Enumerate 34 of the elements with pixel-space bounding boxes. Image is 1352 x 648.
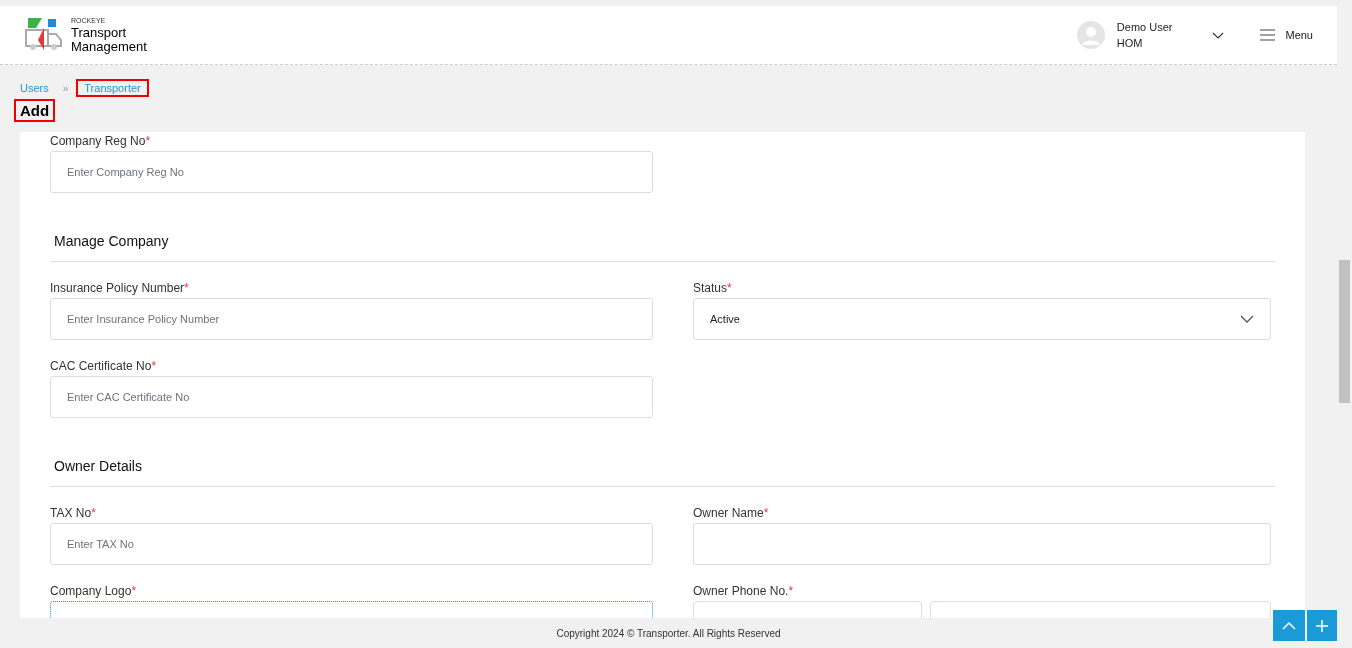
- chevron-down-icon: [1240, 315, 1254, 323]
- chevron-up-icon: [1282, 621, 1296, 630]
- scroll-top-button[interactable]: [1273, 610, 1305, 641]
- field-label: Company Logo*: [50, 584, 137, 598]
- user-name: Demo User: [1116, 20, 1173, 35]
- field-label: Owner Name*: [693, 506, 769, 520]
- truck-logo-icon: [24, 18, 64, 52]
- plus-icon: [1316, 619, 1328, 632]
- add-button[interactable]: [1307, 610, 1337, 641]
- avatar-icon: [1076, 21, 1105, 49]
- menu-button[interactable]: Menu: [1260, 26, 1313, 44]
- status-select[interactable]: Active: [693, 298, 1271, 340]
- text-input[interactable]: [693, 523, 1271, 565]
- copyright-text: Copyright 2024 © Transporter. All Rights Reserved: [556, 626, 781, 641]
- brand-title: Transport: [71, 25, 128, 40]
- field-label: CAC Certificate No*: [50, 359, 157, 373]
- field-label: Insurance Policy Number*: [50, 281, 189, 295]
- field-label: Status*: [693, 281, 732, 295]
- user-role: HOM: [1116, 36, 1144, 51]
- field-label: TAX No*: [50, 506, 96, 520]
- chevron-down-icon[interactable]: [1212, 31, 1225, 39]
- text-input[interactable]: Enter Insurance Policy Number: [50, 298, 653, 340]
- text-input[interactable]: Enter Company Reg No: [50, 151, 653, 193]
- text-input[interactable]: Enter CAC Certificate No: [50, 376, 653, 418]
- field-label: Company Reg No*: [50, 134, 151, 148]
- field-label: Owner Phone No.*: [693, 584, 794, 598]
- text-input[interactable]: Enter TAX No: [50, 523, 653, 565]
- menu-icon: [1260, 29, 1276, 41]
- page-title: Add: [14, 99, 56, 122]
- breadcrumb-separator: »: [62, 81, 69, 96]
- section-heading: Manage Company: [54, 232, 170, 251]
- scrollbar-thumb[interactable]: [1339, 260, 1350, 403]
- brand-title: Management: [71, 39, 147, 54]
- section-heading: Owner Details: [54, 457, 143, 476]
